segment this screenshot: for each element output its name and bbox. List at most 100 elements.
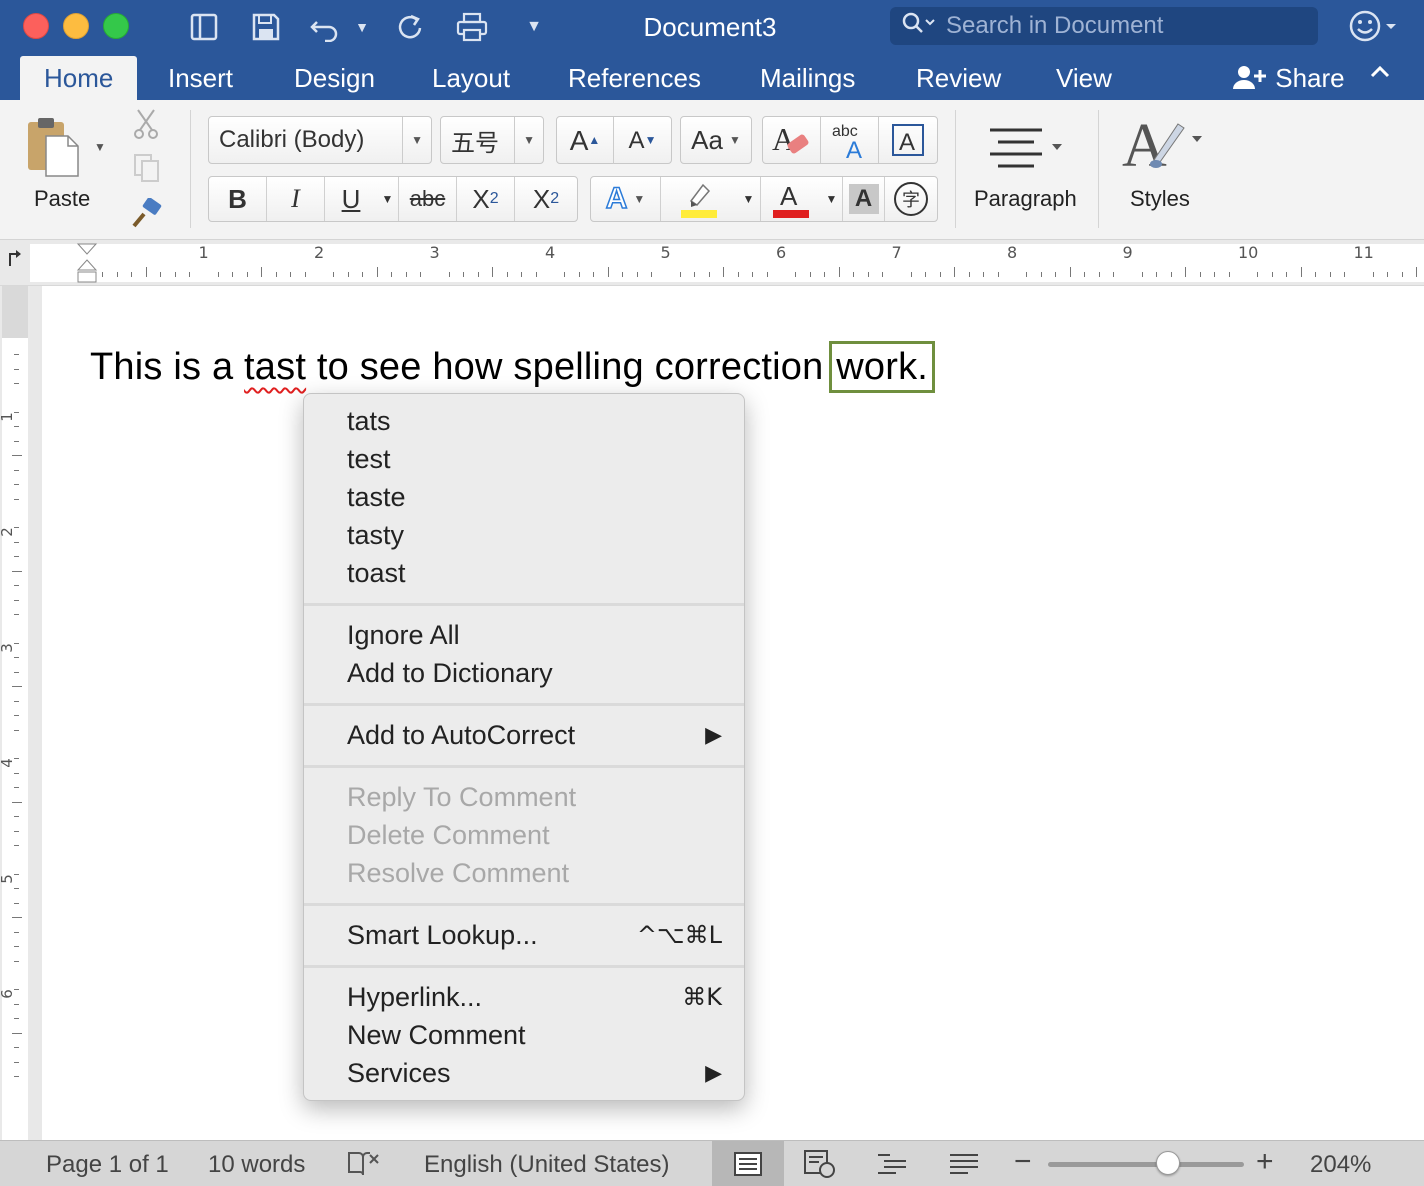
language-status[interactable]: English (United States) <box>424 1151 669 1179</box>
document-paragraph[interactable]: This is a tast to see how spelling corre… <box>90 341 936 393</box>
vruler-tick <box>14 715 19 717</box>
ruler-tick <box>1026 272 1028 277</box>
menu-item-hyperlink[interactable]: Hyperlink... ⌘K <box>347 978 722 1016</box>
menu-item-services[interactable]: Services ▶ <box>347 1054 722 1092</box>
font-color-icon[interactable]: A <box>761 177 821 221</box>
highlight-dropdown-icon[interactable]: ▼ <box>737 177 761 221</box>
page-count[interactable]: Page 1 of 1 <box>46 1151 169 1179</box>
maximize-window-button[interactable] <box>103 13 129 39</box>
format-painter-icon[interactable] <box>128 197 164 230</box>
font-name-select[interactable]: Calibri (Body) ▼ <box>208 116 432 164</box>
redo-icon[interactable] <box>390 9 430 45</box>
proofing-icon[interactable] <box>346 1149 380 1184</box>
ruler-number: 11 <box>1353 243 1374 262</box>
sidebar-toggle-icon[interactable] <box>186 9 222 45</box>
minimize-window-button[interactable] <box>63 13 89 39</box>
tab-design[interactable]: Design <box>294 56 375 100</box>
vruler-tick <box>14 888 19 890</box>
tab-layout[interactable]: Layout <box>432 56 510 100</box>
character-shading-icon[interactable]: A <box>843 177 885 221</box>
phonetic-guide-icon[interactable]: 字 <box>885 177 937 221</box>
print-layout-view-icon[interactable] <box>712 1141 784 1186</box>
vertical-ruler[interactable]: 1 2 3 4 5 6 <box>0 286 30 1140</box>
change-case-button[interactable]: Aa ▼ <box>680 116 752 164</box>
menu-item-suggestion[interactable]: toast <box>347 554 722 592</box>
ruler-tick <box>1156 272 1158 277</box>
vruler-tick <box>14 599 19 601</box>
font-color-dropdown-icon[interactable]: ▼ <box>821 177 843 221</box>
menu-item-suggestion[interactable]: tats <box>347 402 722 440</box>
vruler-number: 1 <box>0 412 16 422</box>
paragraph-button[interactable]: Paragraph <box>966 110 1086 226</box>
styles-button[interactable]: A Styles <box>1110 110 1210 226</box>
paste-dropdown-icon[interactable]: ▼ <box>94 140 106 154</box>
misspelled-word[interactable]: tast <box>244 346 306 388</box>
increase-font-size-icon[interactable]: A▲ <box>557 116 615 164</box>
italic-button[interactable]: I <box>267 177 325 221</box>
undo-icon[interactable] <box>306 9 346 45</box>
copy-icon[interactable] <box>132 152 162 184</box>
menu-item-ignore-all[interactable]: Ignore All <box>347 616 722 654</box>
paste-button[interactable]: ▼ Paste <box>18 110 108 220</box>
text-effects-icon[interactable]: A ▼ <box>591 177 661 221</box>
menu-item-add-to-dictionary[interactable]: Add to Dictionary <box>347 654 722 692</box>
indent-marker-icon[interactable] <box>76 242 98 284</box>
selected-word[interactable]: work. <box>829 341 936 393</box>
zoom-level[interactable]: 204% <box>1310 1151 1371 1179</box>
vruler-tick <box>14 960 19 962</box>
cut-icon[interactable] <box>130 108 162 140</box>
underline-button[interactable]: U <box>325 177 377 221</box>
menu-item-add-to-autocorrect[interactable]: Add to AutoCorrect ▶ <box>347 716 722 754</box>
customize-toolbar-icon[interactable]: ▼ <box>522 9 546 45</box>
vruler-tick <box>14 830 19 832</box>
bold-button[interactable]: B <box>209 177 267 221</box>
word-count[interactable]: 10 words <box>208 1151 305 1179</box>
tab-selector-icon[interactable] <box>6 248 24 266</box>
strikethrough-button[interactable]: abc <box>399 177 457 221</box>
font-size-select[interactable]: 五号 ▼ <box>440 116 544 164</box>
print-icon[interactable] <box>452 9 492 45</box>
save-icon[interactable] <box>248 9 284 45</box>
tab-mailings[interactable]: Mailings <box>760 56 855 100</box>
menu-item-smart-lookup[interactable]: Smart Lookup... ^⌥⌘L <box>347 916 722 954</box>
text-run: This is a <box>90 346 245 388</box>
tab-references[interactable]: References <box>568 56 701 100</box>
menu-item-new-comment[interactable]: New Comment <box>347 1016 722 1054</box>
menu-item-suggestion[interactable]: tasty <box>347 516 722 554</box>
window-title: Document3 <box>643 12 777 42</box>
decrease-font-size-icon[interactable]: A▼ <box>614 117 671 164</box>
underline-dropdown-icon[interactable]: ▼ <box>377 177 399 221</box>
close-window-button[interactable] <box>23 13 49 39</box>
ruler-tick <box>1315 272 1317 277</box>
tab-insert[interactable]: Insert <box>168 56 233 100</box>
tab-home[interactable]: Home <box>20 56 138 100</box>
zoom-slider-handle[interactable] <box>1156 1151 1180 1175</box>
feedback-smiley-icon[interactable] <box>1348 8 1398 52</box>
tab-review[interactable]: Review <box>916 56 1001 100</box>
outline-view-icon[interactable] <box>856 1141 928 1186</box>
font-style-group: B I U ▼ abc X2 X2 <box>208 176 578 222</box>
undo-dropdown-icon[interactable]: ▼ <box>352 9 372 45</box>
draft-view-icon[interactable] <box>928 1141 1000 1186</box>
spelling-grammar-icon[interactable]: abc A <box>821 117 879 163</box>
superscript-icon[interactable]: X2 <box>515 177 577 221</box>
collapse-ribbon-icon[interactable] <box>1368 60 1392 91</box>
horizontal-ruler[interactable]: 1 2 3 4 5 6 7 8 9 10 11 <box>0 240 1424 286</box>
search-input[interactable]: Search in Document <box>890 7 1318 45</box>
ruler-tick <box>752 272 754 277</box>
zoom-in-icon[interactable]: + <box>1256 1145 1274 1179</box>
ruler-tick <box>1228 272 1230 277</box>
ruler-tick <box>463 272 465 277</box>
zoom-slider[interactable] <box>1048 1162 1244 1167</box>
highlight-icon[interactable] <box>661 177 737 221</box>
zoom-out-icon[interactable]: − <box>1014 1145 1032 1179</box>
menu-item-suggestion[interactable]: test <box>347 440 722 478</box>
text-box-icon[interactable]: A <box>879 117 937 163</box>
menu-item-suggestion[interactable]: taste <box>347 478 722 516</box>
subscript-icon[interactable]: X2 <box>457 177 515 221</box>
tab-view[interactable]: View <box>1056 56 1112 100</box>
web-layout-view-icon[interactable] <box>784 1141 856 1186</box>
clear-formatting-icon[interactable]: A <box>763 117 821 163</box>
vruler-tick <box>14 411 19 413</box>
share-button[interactable]: Share <box>1232 58 1345 98</box>
